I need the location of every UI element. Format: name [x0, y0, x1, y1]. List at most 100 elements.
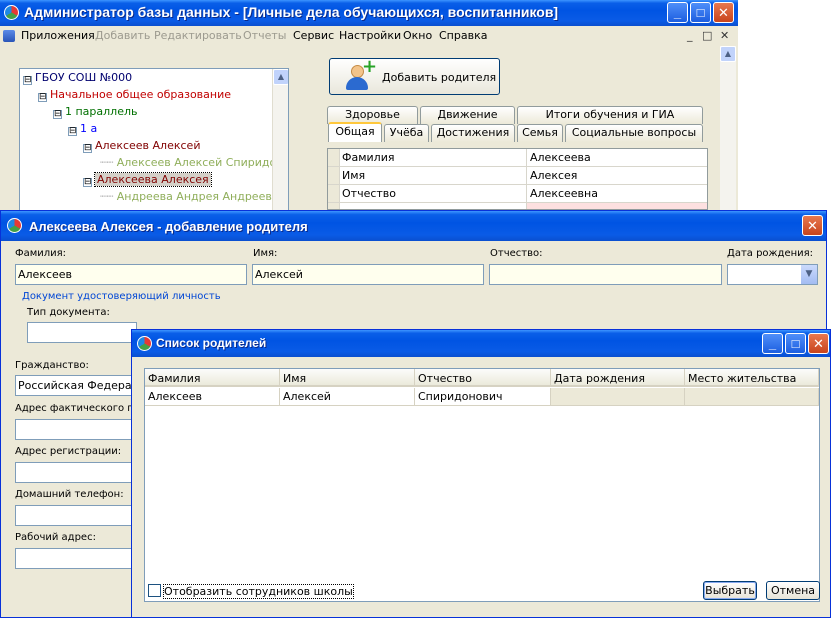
collapse-icon[interactable]: ⊟: [53, 110, 62, 119]
show-staff-label: Отобразить сотрудников школы: [163, 584, 354, 599]
id-document-group-label: Документ удостоверяющий личность: [22, 291, 221, 302]
menu-service[interactable]: Сервис: [293, 29, 334, 42]
mdi-close-button[interactable]: ✕: [720, 29, 729, 42]
tree-node-parent[interactable]: ┈┈ Андреева Андрея Андреевна: [100, 190, 286, 203]
menu-reports[interactable]: Отчеты: [243, 29, 286, 42]
grid-field-value[interactable]: Алексеевна: [526, 185, 707, 202]
column-header-patronymic[interactable]: Отчество: [415, 369, 551, 387]
grid-field-value[interactable]: Алексеева: [526, 149, 707, 166]
tab-general[interactable]: Общая: [328, 122, 382, 142]
tab-achievements[interactable]: Достижения: [431, 124, 515, 142]
tree-node-parent[interactable]: ┈┈ Алексеев Алексей Спиридонович: [100, 156, 288, 169]
column-header-birth-date[interactable]: Дата рождения: [551, 369, 685, 387]
student-tree[interactable]: ⊟ ГБОУ СОШ №000 ⊟ Начальное общее образова…: [19, 68, 289, 218]
collapse-icon[interactable]: ⊟: [23, 76, 32, 85]
grid-field-label: Имя: [342, 169, 366, 182]
cell-birth-date[interactable]: [551, 388, 685, 406]
parents-list-title-bar[interactable]: Список родителей _ □ ✕: [132, 330, 830, 357]
tree-node-label: Алексеева Алексея: [94, 172, 212, 187]
menu-help[interactable]: Справка: [439, 29, 487, 42]
citizenship-label: Гражданство:: [15, 360, 89, 371]
tree-node-student[interactable]: ⊟ Алексеев Алексей: [83, 139, 200, 153]
add-parent-dialog-title-bar[interactable]: Алексеева Алексея - добавление родителя …: [1, 211, 826, 241]
grid-row[interactable]: Фамилия Алексеева: [328, 149, 707, 167]
add-parent-button[interactable]: + Добавить родителя: [329, 58, 500, 95]
maximize-button[interactable]: □: [785, 333, 806, 354]
tab-social[interactable]: Социальные вопросы: [565, 124, 703, 142]
mdi-minimize-button[interactable]: _: [687, 29, 693, 42]
tree-node-level[interactable]: ⊟ Начальное общее образование: [38, 88, 231, 102]
cell-last-name[interactable]: Алексеев: [145, 388, 280, 406]
grid-row[interactable]: Отчество Алексеевна: [328, 185, 707, 203]
collapse-icon[interactable]: ⊟: [83, 144, 92, 153]
menu-bar: Приложения Добавить Редактировать Отчеты…: [0, 26, 738, 46]
tree-node-parallel[interactable]: ⊟ 1 параллель: [53, 105, 138, 119]
scroll-up-arrow-icon[interactable]: ▲: [273, 69, 288, 85]
tab-results-gia[interactable]: Итоги обучения и ГИА: [517, 106, 703, 124]
grid-field-label: Фамилия: [342, 151, 395, 164]
mdi-restore-button[interactable]: □: [702, 29, 712, 42]
menu-applications[interactable]: Приложения: [21, 29, 95, 42]
tab-movement[interactable]: Движение: [420, 106, 515, 124]
parents-table[interactable]: Фамилия Имя Отчество Дата рождения Место…: [144, 368, 820, 602]
add-person-icon: +: [344, 58, 377, 91]
column-header-first-name[interactable]: Имя: [280, 369, 415, 387]
last-name-field[interactable]: Алексеев: [15, 264, 247, 285]
home-phone-label: Домашний телефон:: [15, 489, 124, 500]
cell-first-name[interactable]: Алексей: [280, 388, 415, 406]
grid-row[interactable]: [328, 203, 707, 209]
tree-scrollbar[interactable]: ▲: [272, 69, 288, 217]
tree-node-school[interactable]: ⊟ ГБОУ СОШ №000: [23, 71, 132, 85]
tree-node-label: Алексеев Алексей: [95, 139, 201, 152]
dialog-close-button[interactable]: ✕: [802, 215, 823, 236]
collapse-icon[interactable]: ⊟: [83, 178, 92, 187]
cell-patronymic[interactable]: Спиридонович: [415, 388, 551, 406]
minimize-button[interactable]: _: [667, 2, 688, 23]
checkbox-icon[interactable]: [148, 584, 161, 597]
registration-address-field[interactable]: [15, 462, 137, 483]
main-title-bar[interactable]: Администратор базы данных - [Личные дела…: [0, 0, 738, 26]
tree-node-label: 1 параллель: [65, 105, 138, 118]
parents-list-title: Список родителей: [156, 336, 267, 350]
collapse-icon[interactable]: ⊟: [38, 93, 47, 102]
tab-family[interactable]: Семья: [517, 124, 563, 142]
actual-address-field[interactable]: [15, 419, 137, 440]
birth-date-picker[interactable]: ▼: [727, 264, 818, 285]
home-phone-field[interactable]: [15, 505, 137, 526]
grid-field-value[interactable]: [526, 203, 707, 209]
menu-window[interactable]: Окно: [403, 29, 432, 42]
work-address-field[interactable]: [15, 548, 137, 569]
doc-type-label: Тип документа:: [27, 307, 110, 318]
patronymic-field[interactable]: [489, 264, 722, 285]
column-header-last-name[interactable]: Фамилия: [145, 369, 280, 387]
doc-type-field[interactable]: [27, 322, 137, 343]
citizenship-field[interactable]: Российская Федерация: [15, 375, 137, 396]
grid-row[interactable]: Имя Алексея: [328, 167, 707, 185]
main-scrollbar[interactable]: ▲: [720, 46, 736, 216]
tree-node-student-selected[interactable]: ⊟ Алексеева Алексея: [83, 172, 212, 187]
chevron-down-icon[interactable]: ▼: [800, 265, 817, 284]
menu-add[interactable]: Добавить: [95, 29, 150, 42]
add-parent-label: Добавить родителя: [382, 71, 497, 84]
tab-study[interactable]: Учёба: [384, 124, 429, 142]
select-button[interactable]: Выбрать: [703, 581, 757, 600]
first-name-field[interactable]: Алексей: [252, 264, 484, 285]
close-button[interactable]: ✕: [713, 2, 734, 23]
close-button[interactable]: ✕: [808, 333, 829, 354]
tree-node-class[interactable]: ⊟ 1 а: [68, 122, 97, 136]
mdi-child-icon[interactable]: [3, 30, 15, 42]
show-staff-checkbox[interactable]: Отобразить сотрудников школы: [148, 584, 354, 599]
registration-address-label: Адрес регистрации:: [15, 446, 122, 457]
column-header-residence[interactable]: Место жительства: [685, 369, 819, 387]
maximize-button[interactable]: □: [690, 2, 711, 23]
collapse-icon[interactable]: ⊟: [68, 127, 77, 136]
cell-residence[interactable]: [685, 388, 819, 406]
tree-node-label: ГБОУ СОШ №000: [35, 71, 133, 84]
scroll-up-arrow-icon[interactable]: ▲: [720, 46, 736, 62]
student-properties-grid[interactable]: Фамилия Алексеева Имя Алексея Отчество Алек…: [327, 148, 708, 210]
menu-settings[interactable]: Настройки: [339, 29, 401, 42]
minimize-button[interactable]: _: [762, 333, 783, 354]
grid-field-value[interactable]: Алексея: [526, 167, 707, 184]
cancel-button[interactable]: Отмена: [766, 581, 820, 600]
menu-edit[interactable]: Редактировать: [154, 29, 242, 42]
